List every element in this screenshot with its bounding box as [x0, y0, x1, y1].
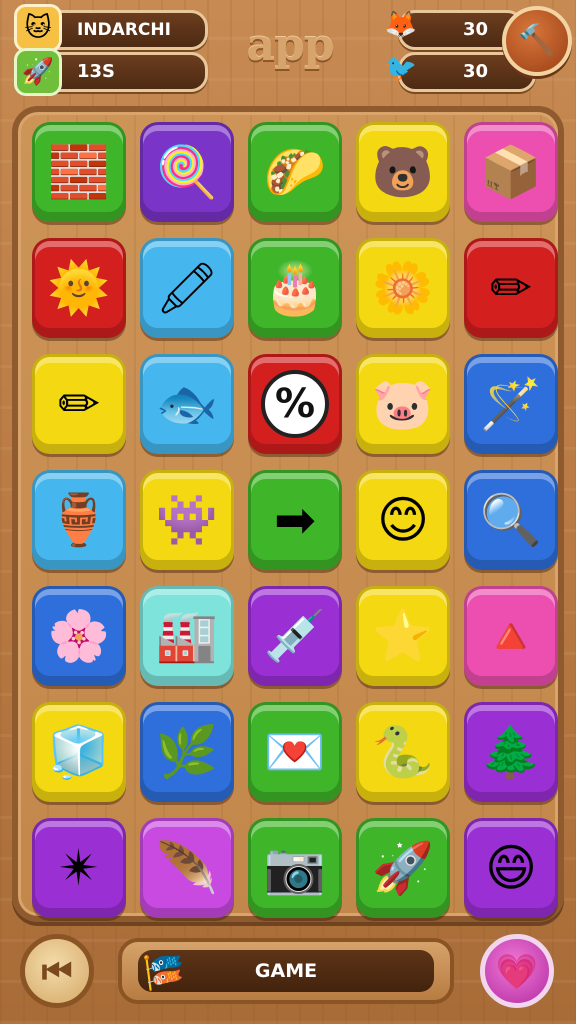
percent-icon: %: [261, 370, 329, 438]
taco-icon: 🌮: [263, 143, 327, 201]
factory-icon: 🏭: [155, 607, 219, 665]
pencil-icon: ✏: [490, 259, 532, 317]
tile-happy-face-35[interactable]: 😄: [464, 818, 558, 918]
tile-smiley-face-19[interactable]: 😊: [356, 470, 450, 570]
crayon-icon: 🖍: [155, 259, 219, 317]
tile-arrow-right-18[interactable]: ➡: [248, 470, 342, 570]
pencil-icon: ✏: [58, 375, 100, 433]
snake-icon: 🐍: [371, 723, 435, 781]
feather-icon: 🪶: [155, 839, 219, 897]
tile-star-face-24[interactable]: ⭐: [356, 586, 450, 686]
tile-jelly-monster-17[interactable]: 👾: [140, 470, 234, 570]
bear-face-icon: 🐻: [371, 143, 435, 201]
tile-flower-9[interactable]: 🌼: [356, 238, 450, 338]
tile-crayon-7[interactable]: 🖍: [140, 238, 234, 338]
fox-icon: 🦊: [384, 10, 418, 40]
tile-heart-card-28[interactable]: 💌: [248, 702, 342, 802]
tile-lollipop-2[interactable]: 🍭: [140, 122, 234, 222]
tile-fish-12[interactable]: 🐟: [140, 354, 234, 454]
game-mode-bar[interactable]: GAME 🎏: [118, 938, 454, 1004]
blocks-icon: 🧱: [47, 143, 111, 201]
tile-arrow-tree-30[interactable]: 🌲: [464, 702, 558, 802]
game-label: GAME: [254, 960, 318, 982]
cake-icon: 🎂: [263, 259, 327, 317]
bottom-bar: ⏮ GAME 🎏 💗: [0, 924, 576, 1024]
tile-cake-8[interactable]: 🎂: [248, 238, 342, 338]
hammer-icon: 🔨: [518, 23, 556, 58]
tile-snake-29[interactable]: 🐍: [356, 702, 450, 802]
tile-pennant-25[interactable]: 🔺: [464, 586, 558, 686]
arrow-right-icon: ➡: [274, 491, 316, 549]
bird-icon: 🐦: [384, 54, 418, 84]
jar-icon: 🏺: [47, 491, 111, 549]
jelly-monster-icon: 👾: [155, 491, 219, 549]
leaf-plant-icon: 🌿: [155, 723, 219, 781]
flower-face-icon: 🌸: [47, 607, 111, 665]
paper-box-icon: 📦: [479, 143, 543, 201]
tile-bear-face-4[interactable]: 🐻: [356, 122, 450, 222]
tile-magnifier-20[interactable]: 🔍: [464, 470, 558, 570]
tile-blocks-1[interactable]: 🧱: [32, 122, 126, 222]
score-value: 13S: [77, 61, 116, 82]
back-icon: ⏮: [41, 952, 73, 992]
tile-flower-face-21[interactable]: 🌸: [32, 586, 126, 686]
tile-jar-16[interactable]: 🏺: [32, 470, 126, 570]
smiley-face-icon: 😊: [376, 491, 430, 549]
tile-gear-star-31[interactable]: ✴: [32, 818, 126, 918]
syringe-icon: 💉: [263, 607, 327, 665]
tile-rocket-34[interactable]: 🚀: [356, 818, 450, 918]
tile-syringe-23[interactable]: 💉: [248, 586, 342, 686]
star-face-icon: ⭐: [371, 607, 435, 665]
tile-factory-22[interactable]: 🏭: [140, 586, 234, 686]
tile-percent-13[interactable]: %: [248, 354, 342, 454]
tile-leaf-plant-27[interactable]: 🌿: [140, 702, 234, 802]
sun-face-icon: 🌞: [47, 259, 111, 317]
favorite-button[interactable]: 💗: [480, 934, 554, 1008]
tile-paper-box-5[interactable]: 📦: [464, 122, 558, 222]
tile-magic-wand-15[interactable]: 🪄: [464, 354, 558, 454]
rocket-icon: 🚀: [14, 48, 62, 96]
lollipop-icon: 🍭: [155, 143, 219, 201]
tile-pencil-10[interactable]: ✏: [464, 238, 558, 338]
flower-icon: 🌼: [371, 259, 435, 317]
heart-card-icon: 💌: [263, 723, 327, 781]
player-name: INDARCHI: [77, 20, 171, 40]
tile-pencil-11[interactable]: ✏: [32, 354, 126, 454]
gear-star-icon: ✴: [58, 839, 100, 897]
game-board: 🧱 🍭 🌮 🐻 📦 🌞 🖍 🎂 🌼 ✏ ✏ 🐟% 🐷 🪄 🏺 👾 ➡ 😊 🔍 🌸 🏭 💉 ⭐ 🔺 🧊 🌿 💌 🐍 🌲 ✴ 🪶 📷 🚀 😄: [12, 106, 564, 922]
back-button[interactable]: ⏮: [20, 934, 94, 1008]
magnifier-icon: 🔍: [479, 491, 543, 549]
top-bar: INDARCHI 🐱 13S 🚀 app 30 🦊 30 🐦 🔨: [0, 0, 576, 100]
tile-sun-face-6[interactable]: 🌞: [32, 238, 126, 338]
magic-wand-icon: 🪄: [479, 375, 543, 433]
counter-b-value: 30: [463, 61, 489, 82]
app-logo: app: [246, 20, 334, 71]
tile-pig-14[interactable]: 🐷: [356, 354, 450, 454]
settings-button[interactable]: 🔨: [502, 6, 572, 76]
windmill-icon: 🎏: [142, 953, 185, 993]
heart-icon: 💗: [495, 952, 539, 992]
cat-face-icon: 🐱: [14, 4, 62, 52]
pennant-icon: 🔺: [479, 607, 543, 665]
ice-pop-icon: 🧊: [47, 723, 111, 781]
tile-taco-3[interactable]: 🌮: [248, 122, 342, 222]
tile-camera-33[interactable]: 📷: [248, 818, 342, 918]
fish-icon: 🐟: [155, 375, 219, 433]
camera-icon: 📷: [263, 839, 327, 897]
happy-face-icon: 😄: [484, 839, 538, 897]
counter-a-value: 30: [463, 19, 489, 40]
tile-ice-pop-26[interactable]: 🧊: [32, 702, 126, 802]
pig-icon: 🐷: [371, 375, 435, 433]
tile-feather-32[interactable]: 🪶: [140, 818, 234, 918]
rocket-icon: 🚀: [371, 839, 435, 897]
arrow-tree-icon: 🌲: [479, 723, 543, 781]
